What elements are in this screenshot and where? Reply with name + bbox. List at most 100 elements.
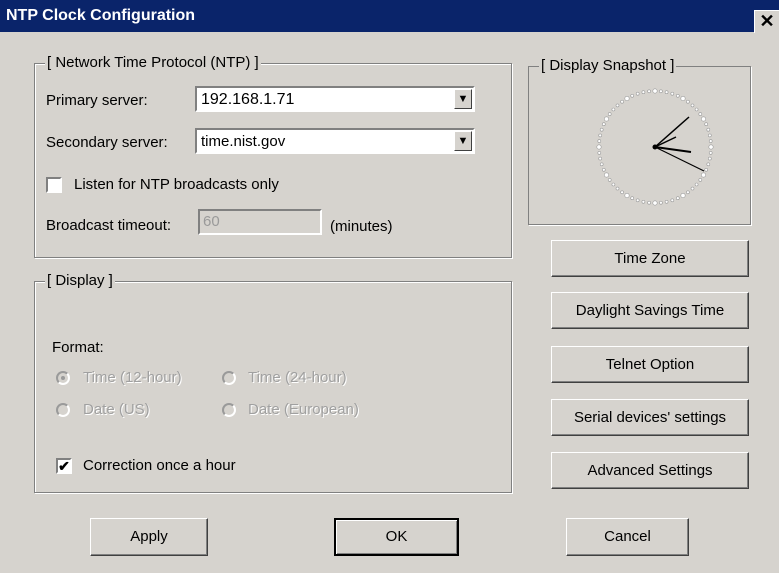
clock-dot [686, 190, 690, 195]
time-zone-button[interactable]: Time Zone [551, 240, 749, 277]
clock-dot [598, 156, 602, 161]
cancel-button[interactable]: Cancel [566, 518, 689, 556]
clock-dot [624, 193, 630, 199]
advanced-settings-button[interactable]: Advanced Settings [551, 452, 749, 489]
radio-time-24h[interactable] [222, 371, 236, 385]
clock-dot [698, 178, 703, 182]
close-icon: ✕ [759, 11, 775, 31]
clock-dot [680, 193, 686, 199]
radio-date-us-label[interactable]: Date (US) [83, 401, 150, 418]
dst-button-label: Daylight Savings Time [575, 302, 725, 319]
clock-dot [641, 90, 646, 95]
clock-dot [599, 162, 604, 167]
primary-server-label: Primary server: [46, 92, 148, 109]
ok-button-label: OK [385, 528, 408, 545]
clock-dot [676, 196, 680, 200]
clock-dot [652, 200, 658, 206]
radio-time-12h-label[interactable]: Time (12-hour) [83, 369, 182, 386]
clock-dot [630, 196, 634, 200]
clock-dot [635, 91, 640, 96]
ok-button[interactable]: OK [334, 518, 459, 556]
clock-dot [597, 139, 602, 143]
radio-time-24h-label[interactable]: Time (24-hour) [248, 369, 347, 386]
clock-dot [604, 116, 610, 122]
chevron-down-icon[interactable]: ▼ [454, 131, 472, 151]
clock-dot [607, 178, 612, 182]
ntp-group-legend: [ Network Time Protocol (NTP) ] [45, 54, 261, 72]
clock-dot [615, 103, 620, 108]
clock-dot [652, 88, 658, 94]
clock-dot [708, 139, 713, 143]
cancel-button-label: Cancel [604, 528, 651, 545]
snapshot-group: [ Display Snapshot ] [528, 57, 751, 225]
radio-time-12h[interactable] [56, 371, 70, 385]
clock-dot [676, 93, 680, 98]
secondary-server-value: time.nist.gov [201, 133, 286, 150]
clock-dot [708, 144, 714, 150]
close-button[interactable]: ✕ [754, 10, 779, 33]
telnet-option-button[interactable]: Telnet Option [551, 346, 749, 383]
checkmark-icon: ✔ [58, 458, 70, 474]
radio-date-eu-label[interactable]: Date (European) [248, 401, 359, 418]
clock-dot [694, 182, 699, 187]
dst-button[interactable]: Daylight Savings Time [551, 292, 749, 329]
clock-dot [647, 200, 651, 205]
time-zone-button-label: Time Zone [614, 250, 686, 267]
clock-dot [708, 156, 712, 161]
clock-dot [596, 144, 602, 150]
clock-dot [664, 200, 669, 204]
clock-dot [670, 198, 675, 203]
display-group-legend: [ Display ] [45, 272, 115, 290]
clock-dot [659, 200, 663, 205]
clock-dot [599, 127, 604, 132]
correction-label[interactable]: Correction once a hour [83, 457, 236, 474]
clock-dot [664, 90, 669, 95]
secondary-server-combo[interactable]: time.nist.gov ▼ [195, 128, 475, 154]
clock-dot [701, 172, 707, 178]
serial-settings-button-label: Serial devices' settings [573, 409, 727, 426]
title-bar[interactable]: NTP Clock Configuration ✕ [0, 0, 779, 33]
window-title: NTP Clock Configuration [6, 7, 196, 24]
clock-dot [635, 198, 640, 203]
clock-dot [701, 116, 707, 122]
clock-dot [602, 168, 606, 172]
clock-dot [647, 89, 651, 94]
broadcast-only-checkbox[interactable] [46, 177, 62, 193]
clock-dot [670, 91, 675, 96]
clock-dot [708, 151, 713, 155]
clock-dot [680, 95, 686, 101]
clock-dot [607, 112, 612, 116]
radio-date-us[interactable] [56, 403, 70, 417]
primary-server-value: 192.168.1.71 [201, 91, 295, 108]
broadcast-timeout-field[interactable]: 60 [198, 209, 322, 235]
clock-dot [597, 151, 602, 155]
clock-face-icon [596, 88, 714, 206]
clock-dot [602, 122, 606, 127]
clock-dot [708, 133, 712, 138]
clock-dot [706, 162, 711, 167]
clock-dot [690, 103, 695, 108]
serial-settings-button[interactable]: Serial devices' settings [551, 399, 749, 436]
clock-dot [620, 190, 624, 195]
radio-date-eu[interactable] [222, 403, 236, 417]
clock-dot [598, 133, 602, 138]
clock-dot [630, 93, 634, 98]
secondary-server-label: Secondary server: [46, 134, 168, 151]
apply-button[interactable]: Apply [90, 518, 208, 556]
clock-dot [641, 200, 646, 204]
clock-dot [611, 182, 616, 187]
clock-dot [690, 186, 695, 191]
clock-dot [659, 89, 663, 94]
clock-dot [704, 122, 708, 127]
dialog-window: NTP Clock Configuration ✕ [ Network Time… [0, 0, 783, 573]
apply-button-label: Apply [130, 528, 168, 545]
format-label: Format: [52, 339, 104, 356]
broadcast-only-label[interactable]: Listen for NTP broadcasts only [74, 176, 279, 193]
clock-dot [604, 172, 610, 178]
timeout-unit-label: (minutes) [330, 218, 393, 235]
clock-dot [694, 107, 699, 112]
clock-dot [704, 168, 708, 172]
primary-server-combo[interactable]: 192.168.1.71 ▼ [195, 86, 475, 112]
correction-checkbox[interactable]: ✔ [56, 458, 72, 474]
chevron-down-icon[interactable]: ▼ [454, 89, 472, 109]
